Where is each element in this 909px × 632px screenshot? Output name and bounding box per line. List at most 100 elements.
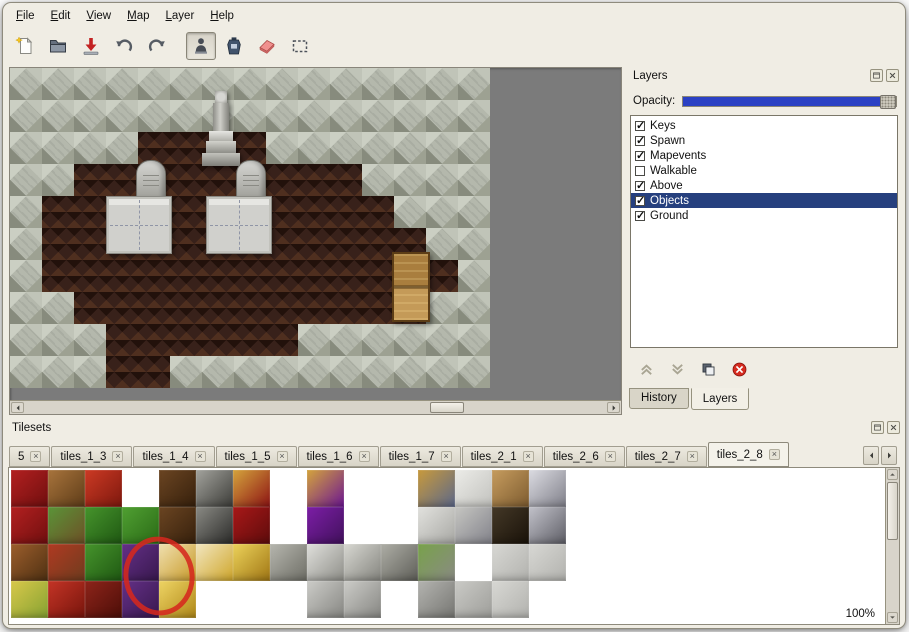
scroll-right-arrow-icon[interactable] (607, 402, 620, 413)
layer-visibility-checkbox[interactable]: ✓ (635, 181, 645, 191)
tileset-tile-gold-pile[interactable] (233, 544, 270, 581)
floor-tile[interactable] (330, 196, 362, 228)
layer-row-above[interactable]: ✓Above (631, 178, 897, 193)
menu-item-edit[interactable]: Edit (43, 7, 79, 25)
floor-tile[interactable] (74, 164, 106, 196)
tileset-tile-dark-orb[interactable] (85, 581, 122, 618)
floor-tile[interactable] (170, 324, 202, 356)
close-panel-button[interactable] (887, 421, 900, 434)
floor-tile[interactable] (170, 196, 202, 228)
tileset-tile-stone-tiles[interactable] (492, 581, 529, 618)
tileset-tile-red-shelf[interactable] (48, 544, 85, 581)
tileset-tile-purple-throne-bottom[interactable] (307, 507, 344, 544)
scroll-left-arrow-icon[interactable] (11, 402, 24, 413)
floor-tile[interactable] (362, 228, 394, 260)
tileset-tile-dark-cabinet[interactable] (492, 507, 529, 544)
panel-tab-history[interactable]: History (629, 388, 689, 409)
tileset-tab-tiles_2_7[interactable]: tiles_2_7× (626, 446, 707, 467)
layer-row-walkable[interactable]: Walkable (631, 163, 897, 178)
tileset-tile-angel-statue[interactable] (344, 544, 381, 581)
tabs-scroll-right-button[interactable] (881, 446, 897, 465)
map-content[interactable] (10, 68, 490, 388)
layer-visibility-checkbox[interactable]: ✓ (635, 151, 645, 161)
map-horizontal-scrollbar[interactable] (10, 400, 621, 414)
floor-tile[interactable] (298, 196, 330, 228)
tileset-tile-gold-handle[interactable] (159, 581, 196, 618)
map-object-altar[interactable] (106, 196, 172, 254)
close-panel-button[interactable] (886, 69, 899, 82)
floor-tile[interactable] (42, 260, 74, 292)
move-layer-down-button[interactable] (667, 359, 687, 379)
menu-item-file[interactable]: File (8, 7, 43, 25)
stamp-tool-button[interactable] (186, 32, 216, 60)
tab-close-icon[interactable]: × (441, 451, 452, 462)
floor-tile[interactable] (426, 260, 458, 292)
tileset-tile-red-banner[interactable] (11, 470, 48, 507)
tileset-tab-tiles_1_5[interactable]: tiles_1_5× (216, 446, 297, 467)
tileset-tile-purple-throne-top[interactable] (307, 470, 344, 507)
move-layer-up-button[interactable] (636, 359, 656, 379)
undo-button[interactable] (109, 32, 139, 60)
floor-tile[interactable] (202, 324, 234, 356)
tileset-tile-purple-door-bottom[interactable] (122, 581, 159, 618)
tab-close-icon[interactable]: × (523, 451, 534, 462)
layer-visibility-checkbox[interactable]: ✓ (635, 211, 645, 221)
opacity-slider-handle[interactable] (880, 95, 896, 109)
map-canvas[interactable] (9, 67, 622, 415)
open-folder-button[interactable] (43, 32, 73, 60)
floor-tile[interactable] (170, 228, 202, 260)
tileset-tile-gargoyle[interactable] (381, 544, 418, 581)
tileset-tile-monument[interactable] (455, 507, 492, 544)
tab-close-icon[interactable]: × (195, 451, 206, 462)
fill-tool-button[interactable] (219, 32, 249, 60)
opacity-slider[interactable] (682, 96, 897, 107)
tileset-tile-vase-base[interactable] (418, 581, 455, 618)
floor-tile[interactable] (266, 292, 298, 324)
layer-row-keys[interactable]: ✓Keys (631, 118, 897, 133)
floor-tile[interactable] (170, 292, 202, 324)
tab-close-icon[interactable]: × (30, 451, 41, 462)
menu-item-view[interactable]: View (78, 7, 119, 25)
floor-tile[interactable] (234, 324, 266, 356)
floor-tile[interactable] (202, 292, 234, 324)
tabs-scroll-left-button[interactable] (863, 446, 879, 465)
tab-close-icon[interactable]: × (112, 451, 123, 462)
layer-row-mapevents[interactable]: ✓Mapevents (631, 148, 897, 163)
tileset-tile-cabinet-bottom[interactable] (159, 507, 196, 544)
floor-tile[interactable] (74, 292, 106, 324)
floor-tile[interactable] (202, 260, 234, 292)
tileset-content[interactable]: 100% (8, 467, 900, 625)
floor-tile[interactable] (266, 164, 298, 196)
tileset-tile-cabinet-top[interactable] (159, 470, 196, 507)
floor-tile[interactable] (234, 292, 266, 324)
floor-tile[interactable] (202, 164, 234, 196)
select-tool-button[interactable] (285, 32, 315, 60)
floor-tile[interactable] (266, 324, 298, 356)
tileset-tab-tiles_2_6[interactable]: tiles_2_6× (544, 446, 625, 467)
floor-tile[interactable] (298, 260, 330, 292)
tileset-tile-red-urn[interactable] (85, 470, 122, 507)
tileset-tile-statue-base[interactable] (307, 581, 344, 618)
floor-tile[interactable] (106, 164, 138, 196)
tileset-tile-portrait-frame[interactable] (418, 470, 455, 507)
tileset-tile-marble-tiles[interactable] (455, 470, 492, 507)
new-file-button[interactable] (10, 32, 40, 60)
delete-layer-button[interactable] (729, 359, 749, 379)
floor-tile[interactable] (170, 260, 202, 292)
tileset-tile-dark-door[interactable] (196, 507, 233, 544)
tileset-tile-statue-base[interactable] (344, 581, 381, 618)
tileset-tile-gold-chain[interactable] (196, 544, 233, 581)
tileset-tile-gold-key[interactable] (159, 544, 196, 581)
map-hscroll-thumb[interactable] (430, 402, 464, 413)
menu-item-map[interactable]: Map (119, 7, 157, 25)
tileset-vscroll-thumb[interactable] (887, 482, 898, 540)
floor-tile[interactable] (330, 260, 362, 292)
floor-tile[interactable] (298, 228, 330, 260)
tileset-tile-banner-emblem[interactable] (11, 507, 48, 544)
save-button[interactable] (76, 32, 106, 60)
tileset-tile-praying-statue[interactable] (307, 544, 344, 581)
tileset-vertical-scrollbar[interactable] (885, 468, 899, 624)
floor-tile[interactable] (74, 228, 106, 260)
layer-visibility-checkbox[interactable]: ✓ (635, 136, 645, 146)
duplicate-layer-button[interactable] (698, 359, 718, 379)
